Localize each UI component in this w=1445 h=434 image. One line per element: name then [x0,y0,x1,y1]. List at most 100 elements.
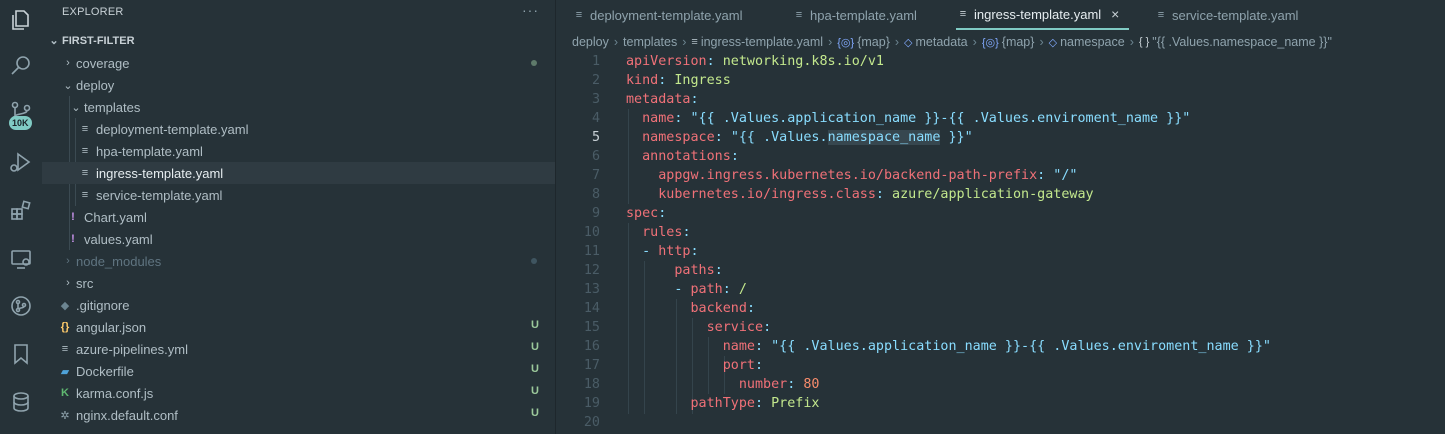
code-content: backend: [626,299,755,318]
breadcrumb-item[interactable]: {map} [1002,35,1035,49]
chevron-right-icon: › [66,277,70,289]
yaml-file-icon: ≡ [959,8,967,20]
tree-item-azure-pipelines[interactable]: ≡ azure-pipelines.yml U [42,338,555,360]
breadcrumb-item[interactable]: namespace [1060,35,1125,49]
tree-item-nginx-conf[interactable]: ✲ nginx.default.conf U [42,404,555,426]
code-line[interactable]: 8 kubernetes.io/ingress.class: azure/app… [556,185,1445,204]
code-line[interactable]: 12 paths: [556,261,1445,280]
explorer-panel: EXPLORER ··· ⌄ FIRST-FILTER › coverage ⌄… [42,0,556,434]
tree-item-values-yaml[interactable]: ! values.yaml [42,228,555,250]
chevron-right-icon: › [682,35,687,49]
code-line[interactable]: 7 appgw.ingress.kubernetes.io/backend-pa… [556,166,1445,185]
tree-item-node-modules[interactable]: › node_modules [42,250,555,272]
tree-item-angular-json[interactable]: {} angular.json U [42,316,555,338]
line-number: 3 [591,92,600,107]
code-token: networking.k8s.io/v1 [722,54,884,69]
code-editor[interactable]: 1 apiVersion: networking.k8s.io/v1 2 kind: … [556,52,1445,432]
line-number: 6 [591,149,600,164]
breadcrumb-item[interactable]: {map} [857,35,890,49]
tree-item-label: service-template.yaml [96,187,223,203]
bookmarks-icon[interactable] [0,334,42,374]
tree-item-service-template[interactable]: ≡ service-template.yaml [42,184,555,206]
code-line[interactable]: 17 port: [556,356,1445,375]
tree-item-dockerfile[interactable]: ▰ Dockerfile U [42,360,555,382]
breadcrumb-item[interactable]: metadata [916,35,968,49]
tree-item-karma-conf[interactable]: K karma.conf.js U [42,382,555,404]
tree-item-templates[interactable]: ⌄ templates [42,96,555,118]
more-actions-icon[interactable]: ··· [522,2,539,18]
tab-hpa-template[interactable]: ≡ hpa-template.yaml [792,0,917,30]
code-line[interactable]: 18 number: 80 [556,375,1445,394]
tree-item-src[interactable]: › src [42,272,555,294]
tree-item-label: ingress-template.yaml [96,165,224,181]
code-token: name [626,339,755,354]
code-content: name: "{{ .Values.application_name }}-{{… [626,337,1271,356]
tree-item-chart-yaml[interactable]: ! Chart.yaml [42,206,555,228]
search-icon[interactable] [0,46,42,86]
tree-item-hpa-template[interactable]: ≡ hpa-template.yaml [42,140,555,162]
code-token: "{{ .Values.application_name }}-{{ .Valu… [771,339,1271,354]
code-line[interactable]: 15 service: [556,318,1445,337]
code-token: - [626,244,659,259]
code-line[interactable]: 5 namespace: "{{ .Values.namespace_name … [556,128,1445,147]
code-line[interactable]: 10 rules: [556,223,1445,242]
code-line[interactable]: 2 kind: Ingress [556,71,1445,90]
code-token: "{{ .Values.application_name }}-{{ .Valu… [690,111,1191,126]
tab-service-template[interactable]: ≡ service-template.yaml [1154,0,1299,30]
workspace-folder-header[interactable]: ⌄ FIRST-FILTER [42,32,555,50]
code-token: : [787,377,804,392]
explorer-icon[interactable] [0,0,42,40]
breadcrumb-item[interactable]: templates [623,35,677,49]
code-line[interactable]: 13 - path: / [556,280,1445,299]
code-line[interactable]: 9 spec: [556,204,1445,223]
tab-deployment-template[interactable]: ≡ deployment-template.yaml [572,0,743,30]
tree-item-deployment-template[interactable]: ≡ deployment-template.yaml [42,118,555,140]
gear-icon: ✲ [60,409,70,422]
yaml-file-icon: ≡ [691,36,698,48]
extensions-icon[interactable] [0,191,42,231]
close-icon[interactable]: × [1111,6,1119,22]
code-token: kubernetes.io/ingress.class [626,187,876,202]
code-token: : [755,396,772,411]
tree-item-deploy[interactable]: ⌄ deploy [42,74,555,96]
tree-item-coverage[interactable]: › coverage [42,52,555,74]
workspace-folder-name: FIRST-FILTER [62,35,135,47]
code-token: : [875,187,893,202]
untracked-badge: U [531,407,539,419]
line-number: 16 [583,339,600,354]
code-content: namespace: "{{ .Values.namespace_name }}… [626,128,973,147]
chevron-right-icon: › [66,255,70,267]
code-content: annotations: [626,147,739,166]
tree-item-ingress-template[interactable]: ≡ ingress-template.yaml [42,162,555,184]
code-line[interactable]: 6 annotations: [556,147,1445,166]
docker-icon: ▰ [60,365,70,378]
breadcrumb-item[interactable]: "{{ .Values.namespace_name }}" [1152,35,1332,49]
tree-item-label: Chart.yaml [84,209,147,225]
breadcrumb-item[interactable]: deploy [572,35,609,49]
tab-label: service-template.yaml [1172,7,1299,23]
tab-ingress-template[interactable]: ≡ ingress-template.yaml × [956,0,1130,30]
code-token: : [755,358,764,373]
code-line[interactable]: 1 apiVersion: networking.k8s.io/v1 [556,52,1445,71]
yaml-file-icon: ≡ [81,189,89,201]
code-line[interactable]: 3 metadata: [556,90,1445,109]
database-icon[interactable] [0,382,42,422]
tree-item-gitignore[interactable]: ◆ .gitignore [42,294,555,316]
breadcrumb-item[interactable]: ingress-template.yaml [701,35,823,49]
code-token: service [626,320,764,335]
code-line[interactable]: 16 name: "{{ .Values.application_name }}… [556,337,1445,356]
code-token: : [714,130,731,145]
code-line[interactable]: 4 name: "{{ .Values.application_name }}-… [556,109,1445,128]
code-line[interactable]: 14 backend: [556,299,1445,318]
code-token: spec [626,206,659,221]
source-control-badge: 10K [9,116,32,130]
run-debug-icon[interactable] [0,142,42,182]
code-line[interactable]: 20 [556,413,1445,432]
code-content: kind: Ingress [626,71,731,90]
line-number: 9 [591,206,600,221]
remote-explorer-icon[interactable] [0,239,42,279]
json-file-icon: {} [60,321,70,333]
git-graph-icon[interactable] [0,286,42,326]
code-line[interactable]: 11 - http: [556,242,1445,261]
code-line[interactable]: 19 pathType: Prefix [556,394,1445,413]
